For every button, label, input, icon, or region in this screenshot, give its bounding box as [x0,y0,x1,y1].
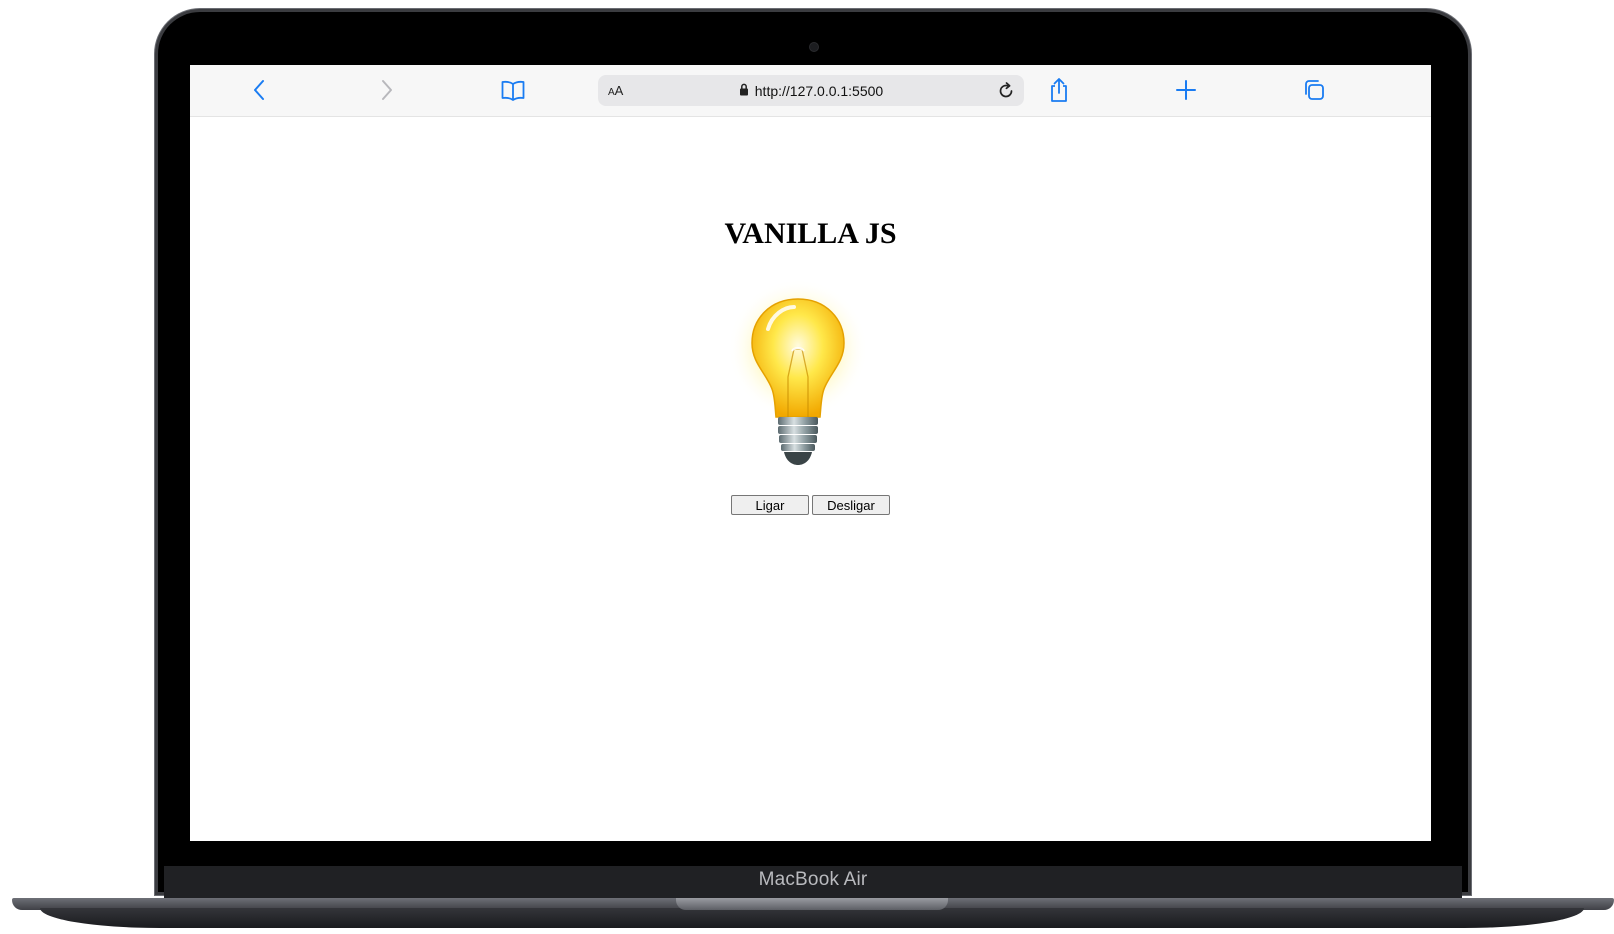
browser-screen: AA http://127.0.0.1:5500 VANILLA JS Liga… [190,65,1431,841]
share-icon[interactable] [1046,77,1072,103]
lightbulb-on-image [728,277,868,477]
camera-icon [809,42,819,52]
reload-icon[interactable] [996,81,1016,106]
tabs-icon[interactable] [1301,77,1327,103]
lock-icon [739,83,749,99]
page-title: VANILLA JS [724,217,897,250]
book-icon[interactable] [500,77,526,103]
button-row: Ligar Desligar [190,495,1431,515]
laptop-notch [676,898,948,910]
browser-toolbar: AA http://127.0.0.1:5500 [190,65,1431,117]
laptop-base-shadow [40,908,1584,928]
laptop-model-label: MacBook Air [758,869,868,890]
chevron-right-icon[interactable] [374,77,400,103]
url-text: http://127.0.0.1:5500 [754,82,884,99]
turn-off-button[interactable]: Desligar [812,495,890,515]
plus-icon[interactable] [1173,77,1199,103]
turn-on-button[interactable]: Ligar [731,495,809,515]
chevron-left-icon[interactable] [246,77,272,103]
address-bar[interactable]: AA http://127.0.0.1:5500 [598,75,1024,106]
